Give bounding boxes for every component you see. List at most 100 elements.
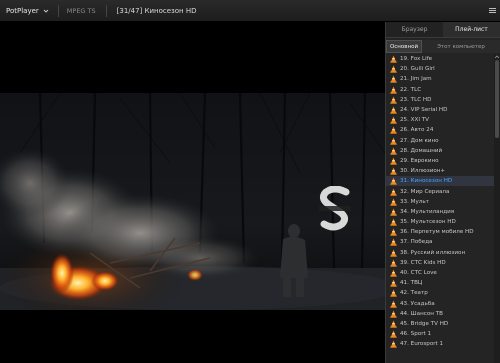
title-separator [105,4,107,17]
vlc-cone-icon [390,218,397,226]
vlc-cone-icon [390,249,397,257]
playlist-item[interactable]: 30. Иллюзион+ [386,166,494,176]
playlist-item-label: 47. Eurosport 1 [400,341,444,348]
playlist-item-label: 25. XXI TV [400,117,430,124]
playlist-item[interactable]: 42. Театр [386,288,494,298]
vlc-cone-icon [390,188,397,196]
playlist-item-label: 34. Мультиландия [400,208,455,215]
playlist-item-label: 42. Театр [400,290,428,297]
tab-browser[interactable]: Браузер [386,22,443,38]
playlist-item-label: 21. Jim Jam [400,76,432,83]
playlist-item[interactable]: 26. Авто 24 [386,125,494,135]
playlist-item-label: 29. Еврокино [400,157,439,164]
playlist-item[interactable]: 24. VIP Serial HD [386,105,494,115]
vlc-cone-icon [390,259,397,267]
playlist-panel: Браузер Плей-лист Основной Этот компьюте… [385,22,500,363]
playlist-item-label: 24. VIP Serial HD [400,107,448,114]
playlist-item[interactable]: 43. Усадьба [386,299,494,309]
playlist-item[interactable]: 40. СТС Love [386,268,494,278]
vlc-cone-icon [390,320,397,328]
panel-tabs: Браузер Плей-лист [386,22,500,38]
file-title: [31/47] Киносезон HD [116,6,197,15]
playlist-item[interactable]: 44. Шансон ТВ [386,309,494,319]
playlist-item-label: 40. СТС Love [400,270,437,277]
vlc-cone-icon [390,96,397,104]
playlist-item-label: 19. Fox Life [400,56,433,63]
playlist-item-label: 30. Иллюзион+ [400,168,446,175]
playlist-item-label: 33. Мульт [400,198,429,205]
vlc-cone-icon [390,269,397,277]
playlist-item-label: 39. СТС Kids HD [400,259,446,266]
playlist-item[interactable]: 32. Мир Сериала [386,186,494,196]
vlc-cone-icon [390,300,397,308]
vlc-cone-icon [390,167,397,175]
playlist-item[interactable]: 39. СТС Kids HD [386,258,494,268]
playlist-item[interactable]: 28. Домашний [386,146,494,156]
playlist-item[interactable]: 37. Победа [386,237,494,247]
video-area[interactable] [0,22,385,363]
vlc-cone-icon [390,116,397,124]
playlist-list: 19. Fox Life 20. Gulli Girl 21. Jim Jam 22.… [386,54,494,363]
playlist-item[interactable]: 47. Eurosport 1 [386,339,494,349]
sub-tab-main[interactable]: Основной [386,40,422,53]
playlist-item[interactable]: 38. Русский иллюзион [386,248,494,258]
playlist-item[interactable]: 25. XXI TV [386,115,494,125]
vlc-cone-icon [390,310,397,318]
vlc-cone-icon [390,289,397,298]
playlist-scrollbar[interactable] [494,54,500,363]
playlist-item[interactable]: 21. Jim Jam [386,74,494,84]
app-name: PotPlayer [6,6,39,15]
vlc-cone-icon [390,126,397,135]
playlist-item-label: 22. TLC [400,86,422,93]
vlc-cone-icon [390,228,397,236]
playlist-item-label: 37. Победа [400,239,433,246]
playlist-item-label: 44. Шансон ТВ [400,310,443,317]
hamburger-menu-icon[interactable] [486,4,498,16]
vlc-cone-icon [390,157,397,165]
playlist-item[interactable]: 46. Sport 1 [386,329,494,339]
playlist-item-current[interactable]: 31. Киносезон HD [386,176,494,187]
vlc-cone-icon [390,340,397,349]
tab-playlist[interactable]: Плей-лист [443,22,500,38]
vlc-cone-icon [390,208,397,216]
playlist-item[interactable]: 22. TLC [386,85,494,95]
playlist-item-label: 31. Киносезон HD [400,178,453,185]
playlist-item[interactable]: 36. Перпетум мобиле HD [386,227,494,237]
video-frame[interactable] [0,93,385,310]
vlc-cone-icon [390,55,397,63]
scrollbar-thumb[interactable] [495,60,499,138]
playlist-item[interactable]: 33. Мульт [386,197,494,207]
sub-tab-this-computer[interactable]: Этот компьютер [422,40,500,53]
vlc-cone-icon [390,137,397,145]
playlist-item-label: 20. Gulli Girl [400,66,435,73]
playlist-sub-tabs: Основной Этот компьютер [386,40,500,53]
playlist-item[interactable]: 19. Fox Life [386,54,494,64]
title-separator [57,4,59,17]
title-bar: PotPlayer MPEG TS [31/47] Киносезон HD [0,0,500,22]
playlist-item-label: 28. Домашний [400,147,443,154]
playlist-item[interactable]: 23. TLC HD [386,95,494,105]
playlist-item[interactable]: 34. Мультиландия [386,207,494,217]
playlist-item[interactable]: 27. Дом кино [386,136,494,146]
playlist-item-label: 38. Русский иллюзион [400,249,466,256]
playlist-item-label: 45. Bridge TV HD [400,320,449,327]
playlist-item[interactable]: 41. ТВЦ [386,278,494,288]
playlist-item[interactable]: 35. Мультсезон HD [386,217,494,227]
vlc-cone-icon [390,279,397,287]
playlist-item-label: 36. Перпетум мобиле HD [400,229,474,236]
playlist-item-label: 23. TLC HD [400,96,432,103]
playlist-item[interactable]: 29. Еврокино [386,156,494,166]
app-menu-button[interactable]: PotPlayer [0,0,54,22]
format-label: MPEG TS [66,6,96,15]
vlc-cone-icon [390,106,397,114]
channel-logo-icon [319,186,351,231]
vlc-cone-icon [390,330,397,338]
playlist-item[interactable]: 45. Bridge TV HD [386,319,494,329]
potplayer-window: PotPlayer MPEG TS [31/47] Киносезон HD Б… [0,0,500,363]
vlc-cone-icon [390,198,397,206]
playlist-item[interactable]: 20. Gulli Girl [386,64,494,74]
playlist-item-label: 32. Мир Сериала [400,188,450,195]
playlist-item-label: 43. Усадьба [400,300,435,307]
playlist-item-label: 46. Sport 1 [400,331,432,338]
vlc-cone-icon [390,147,397,155]
